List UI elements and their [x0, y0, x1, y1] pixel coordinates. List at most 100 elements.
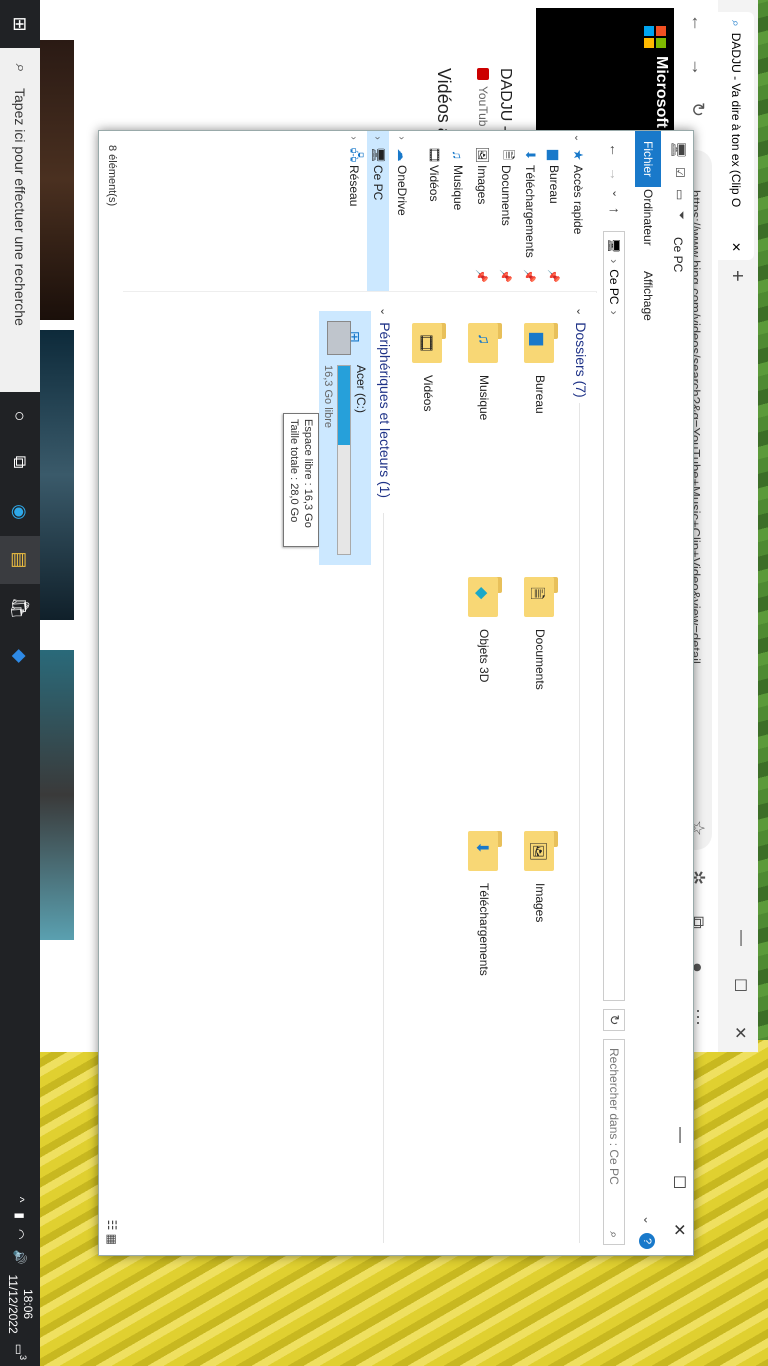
minimize-button[interactable]: — — [732, 930, 750, 946]
navigation-pane: ⌄ ★ Accès rapide ▆ Bureau 📌 ⬇ Télécharge… — [123, 131, 597, 292]
hard-drive-icon: ⊞ — [325, 317, 365, 357]
folder-label: Téléchargements — [477, 883, 491, 976]
wifi-icon[interactable]: ◠ — [13, 1229, 27, 1239]
group-title: Dossiers (7) — [573, 322, 589, 398]
folder-videos[interactable]: 🎞 Vidéos — [401, 323, 455, 523]
chevron-right-icon[interactable]: › — [349, 131, 360, 145]
task-view-icon[interactable]: ⧉ — [0, 438, 40, 486]
folders-group-header[interactable]: ⌄ Dossiers (7) — [573, 307, 589, 398]
close-button[interactable]: ✕ — [730, 1026, 750, 1039]
cloud-icon: ☁ — [395, 148, 410, 162]
nav-label: Vidéos — [427, 165, 441, 202]
explorer-path-box[interactable]: 🖥 › Ce PC › — [603, 231, 625, 1001]
nav-item-bureau[interactable]: ▆ Bureau 📌 — [543, 131, 565, 291]
nav-item-images[interactable]: 🖼 Images 📌 — [471, 131, 493, 291]
chevron-up-icon[interactable]: ^ — [13, 1197, 27, 1203]
notification-icon[interactable]: ▭3 — [12, 1344, 28, 1360]
folder-musique[interactable]: ♫ Musique — [457, 323, 511, 523]
nav-quick-access[interactable]: ⌄ ★ Accès rapide — [567, 131, 589, 291]
explorer-close-button[interactable]: ✕ — [669, 1223, 689, 1236]
nav-item-musique[interactable]: ♫ Musique — [447, 131, 469, 291]
folder-bureau[interactable]: ▆ Bureau — [513, 323, 567, 523]
nav-network[interactable]: › 🖧 Réseau — [343, 131, 365, 291]
properties-icon[interactable]: ☑ — [673, 167, 687, 178]
recent-locations-icon[interactable]: ⌄ — [610, 189, 623, 198]
ribbon-tab-affichage[interactable]: Affichage — [635, 261, 661, 331]
folder-label: Vidéos — [421, 375, 435, 412]
nav-this-pc[interactable]: › 🖥 Ce PC — [367, 131, 389, 291]
nav-label: OneDrive — [395, 165, 409, 216]
folder-telechargements[interactable]: ⬇ Téléchargements — [457, 831, 511, 1031]
path-separator-icon: › — [607, 259, 621, 264]
breadcrumb[interactable]: Ce PC — [607, 269, 621, 304]
nav-onedrive[interactable]: › ☁ OneDrive — [391, 131, 413, 291]
browser-tab[interactable]: ⌕ DADJU - Va dire à ton ex (Clip O ✕ — [718, 12, 754, 260]
chevron-down-icon[interactable]: ⌄ — [575, 307, 588, 316]
back-button[interactable]: ← — [687, 14, 708, 32]
forward-button[interactable]: → — [687, 58, 708, 76]
folder-icon: ▆ — [522, 323, 558, 365]
browser-tab-bar: ⌕ DADJU - Va dire à ton ex (Clip O ✕ + —… — [718, 0, 758, 1052]
explorer-maximize-button[interactable]: ☐ — [669, 1175, 689, 1189]
qat-dropdown-icon[interactable]: ⏷ — [674, 211, 687, 220]
view-toggle-icons[interactable]: ☷ ▦ — [105, 1220, 119, 1245]
ribbon-tab-ordinateur[interactable]: Ordinateur — [635, 179, 661, 256]
app-icon[interactable]: ◆ — [0, 632, 40, 680]
nav-label: Bureau — [547, 165, 561, 204]
battery-icon[interactable]: ▮ — [13, 1212, 27, 1219]
refresh-icon[interactable]: ↻ — [603, 1009, 625, 1031]
help-icon[interactable]: ? — [639, 1233, 655, 1249]
drive-c[interactable]: ⊞ Acer (C:) 16,3 Go libre — [319, 311, 371, 565]
ribbon: Fichier Ordinateur Affichage ⌄ ? — [631, 131, 661, 1255]
explorer-forward-button[interactable]: → — [607, 167, 623, 181]
system-tray: ^ ▮ ◠ 🔊 18:06 11/12/2022 ▭3 — [0, 1197, 40, 1366]
computer-small-icon: 🖥 — [607, 238, 621, 254]
explorer-title-bar: 🖥 ☑ ▭ ⏷ Ce PC — ☐ ✕ — [661, 131, 693, 1255]
clock[interactable]: 18:06 11/12/2022 — [5, 1274, 35, 1333]
nav-item-telechargements[interactable]: ⬇ Téléchargements 📌 — [519, 131, 541, 291]
explorer-address-row: ← → ⌄ ↑ 🖥 › Ce PC › ↻ Rechercher dans : … — [596, 131, 631, 1255]
chevron-right-icon[interactable]: › — [397, 131, 408, 145]
store-icon[interactable]: 🛍 — [0, 584, 40, 632]
ribbon-expand-icon[interactable]: ⌄ — [641, 1215, 655, 1225]
path-dropdown-icon[interactable]: › — [607, 311, 621, 315]
volume-icon[interactable]: 🔊 — [13, 1250, 27, 1265]
cortana-icon[interactable]: ○ — [0, 392, 40, 440]
close-tab-icon[interactable]: ✕ — [729, 242, 743, 252]
maximize-button[interactable]: ☐ — [730, 978, 750, 992]
explorer-minimize-button[interactable]: — — [671, 1127, 689, 1143]
taskbar-search-box[interactable]: ⌕ Tapez ici pour effectuer une recherche — [0, 48, 40, 392]
nav-item-documents[interactable]: 🗎 Documents 📌 — [495, 131, 517, 291]
explorer-search-input[interactable]: Rechercher dans : Ce PC ⌕ — [603, 1039, 625, 1245]
microsoft-logo — [644, 26, 666, 48]
new-tab-button[interactable]: + — [725, 270, 748, 282]
devices-group-header[interactable]: ⌄ Périphériques et lecteurs (1) — [377, 307, 393, 498]
up-button[interactable]: ↑ — [607, 207, 623, 214]
edge-icon[interactable]: ◉ — [0, 488, 40, 536]
file-explorer-taskbar-icon[interactable]: ▤ — [0, 536, 40, 584]
tooltip-free: Espace libre : 16,3 Go — [302, 419, 314, 528]
folder-documents[interactable]: 🗎 Documents — [513, 577, 567, 777]
chevron-down-icon[interactable]: ⌄ — [573, 131, 584, 145]
drive-name: Acer (C:) — [354, 365, 368, 413]
refresh-button[interactable]: ↻ — [687, 102, 708, 117]
chevron-down-icon[interactable]: ⌄ — [379, 307, 392, 316]
file-explorer-window: 🖥 ☑ ▭ ⏷ Ce PC — ☐ ✕ Fichier Ordinateur A… — [98, 130, 694, 1256]
folder-label: Documents — [533, 629, 547, 690]
folder-icon: 🖼 — [522, 831, 558, 873]
pin-icon: 📌 — [475, 269, 488, 283]
computer-icon: 🖥 — [671, 141, 687, 159]
folder-images[interactable]: 🖼 Images — [513, 831, 567, 1031]
chevron-right-icon[interactable]: › — [373, 131, 384, 145]
video-title[interactable]: DADJU - — [496, 68, 514, 131]
clock-time: 18:06 — [21, 1289, 35, 1320]
divider — [383, 513, 384, 1243]
clock-date: 11/12/2022 — [6, 1274, 20, 1334]
start-windows-icon[interactable]: ⊞ — [0, 0, 40, 48]
new-folder-icon[interactable]: ▭ — [673, 189, 687, 200]
folder-objets-3d[interactable]: ◆ Objets 3D — [457, 577, 511, 777]
pin-icon: 📌 — [547, 269, 560, 283]
explorer-back-button[interactable]: ← — [607, 143, 623, 157]
search-icon: ⌕ — [607, 1231, 621, 1238]
nav-item-videos[interactable]: 🎞 Vidéos — [423, 131, 445, 291]
